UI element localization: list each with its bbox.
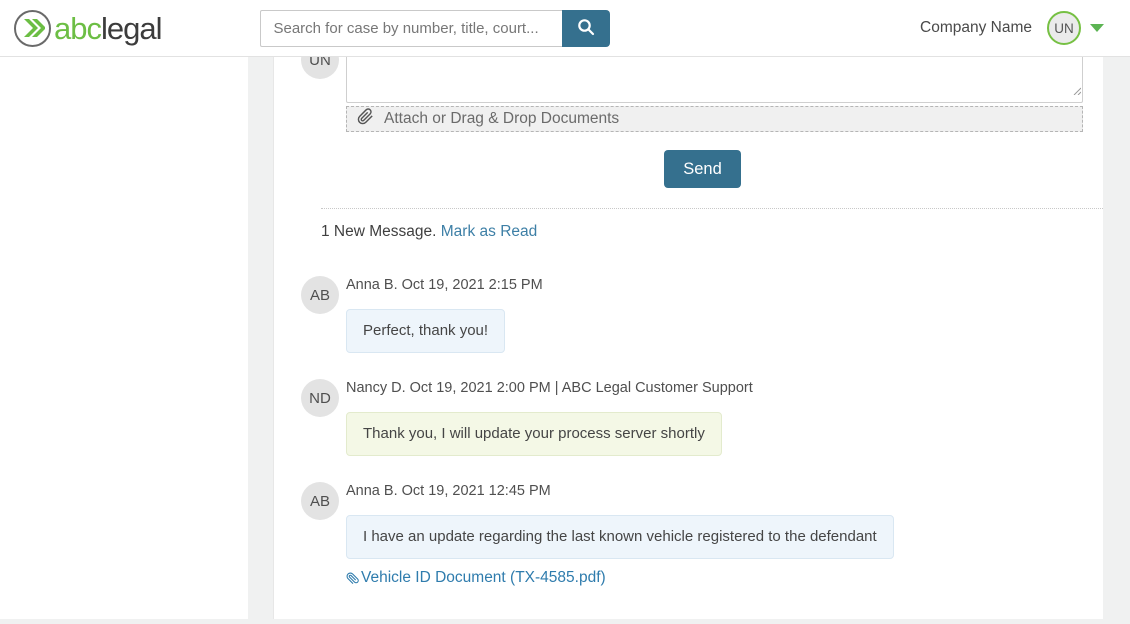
message-item: AB Anna B. Oct 19, 2021 2:15 PM Perfect,… (301, 276, 1103, 353)
search-button[interactable] (562, 10, 610, 47)
attachment-link[interactable]: Vehicle ID Document (TX-4585.pdf) (361, 569, 606, 587)
user-avatar[interactable]: UN (1047, 11, 1081, 45)
attach-dropzone[interactable]: Attach or Drag & Drop Documents (346, 106, 1083, 132)
compose-row: UN Attach or Drag & (301, 57, 1103, 132)
search-input[interactable] (260, 10, 562, 47)
sender-avatar: AB (301, 276, 339, 314)
attachment-row: Vehicle ID Document (TX-4585.pdf) (346, 569, 894, 587)
compose-avatar: UN (301, 57, 339, 79)
paperclip-icon (346, 572, 359, 585)
new-message-text: 1 New Message. (321, 223, 436, 240)
message-textarea[interactable] (346, 57, 1083, 103)
attach-label: Attach or Drag & Drop Documents (384, 110, 619, 128)
search-icon (576, 17, 596, 40)
mark-as-read-link[interactable]: Mark as Read (441, 223, 537, 240)
message-meta: Anna B. Oct 19, 2021 2:15 PM (346, 276, 543, 294)
logo-chevrons-icon (14, 10, 51, 47)
panel-gap (248, 57, 273, 624)
abclegal-logo[interactable]: abclegal (14, 10, 161, 47)
message-bubble: I have an update regarding the last know… (346, 515, 894, 559)
message-meta: Nancy D. Oct 19, 2021 2:00 PM | ABC Lega… (346, 379, 753, 397)
message-bubble: Thank you, I will update your process se… (346, 412, 722, 456)
message-meta: Anna B. Oct 19, 2021 12:45 PM (346, 482, 894, 500)
top-header: abclegal Company Name UN (0, 0, 1130, 57)
logo-text: abclegal (54, 13, 161, 44)
chevron-down-icon[interactable] (1090, 24, 1104, 32)
paperclip-icon (357, 107, 374, 131)
new-message-notice: 1 New Message. Mark as Read (321, 223, 1103, 241)
sender-avatar: AB (301, 482, 339, 520)
message-item: AB Anna B. Oct 19, 2021 12:45 PM I have … (301, 482, 1103, 587)
case-search (260, 10, 610, 47)
company-name[interactable]: Company Name (920, 19, 1032, 37)
send-button[interactable]: Send (664, 150, 741, 188)
divider (321, 208, 1103, 209)
account-area: Company Name UN (920, 11, 1104, 45)
message-bubble: Perfect, thank you! (346, 309, 505, 353)
sender-avatar: ND (301, 379, 339, 417)
left-panel (0, 57, 248, 619)
page-background: UN Attach or Drag & (0, 57, 1130, 624)
message-item: ND Nancy D. Oct 19, 2021 2:00 PM | ABC L… (301, 379, 1103, 456)
messages-panel: UN Attach or Drag & (273, 57, 1103, 619)
